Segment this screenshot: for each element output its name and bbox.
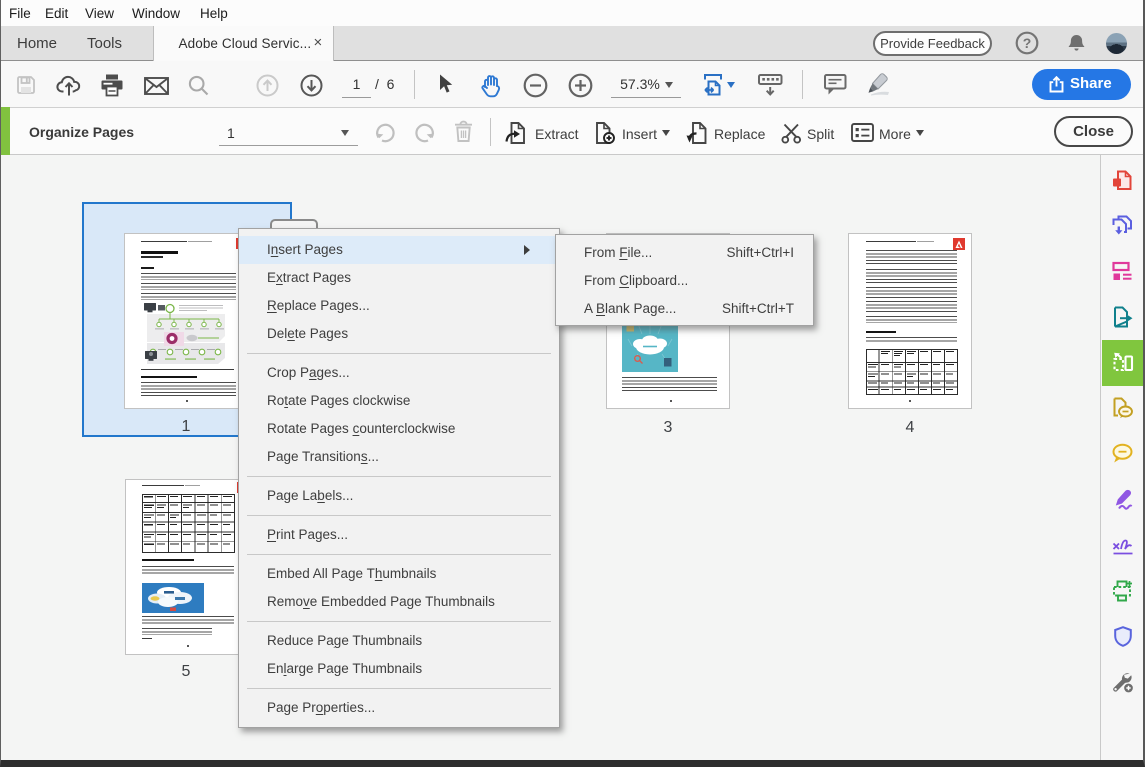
svg-text:?: ? xyxy=(1023,35,1032,51)
